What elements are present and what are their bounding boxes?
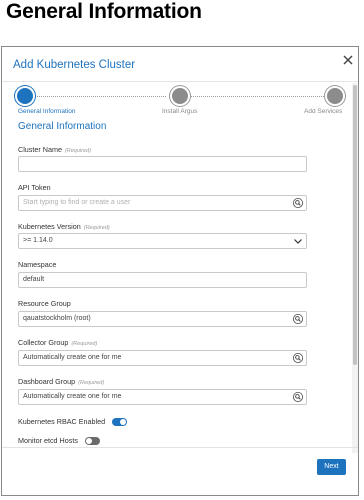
- dashboard-group-label: Dashboard Group (Required): [18, 377, 104, 386]
- api-token-label: API Token: [18, 183, 51, 192]
- wizard-stepper: General Information Install Argus Add Se…: [2, 88, 358, 118]
- collector-group-value: Automatically create one for me: [23, 354, 122, 361]
- search-icon[interactable]: [293, 198, 303, 208]
- modal-title: Add Kubernetes Cluster: [13, 59, 136, 71]
- step-3-label: Add Services: [304, 108, 343, 115]
- step-2-label: Install Argus: [162, 108, 198, 115]
- collector-group-label-text: Collector Group: [18, 338, 69, 347]
- required-tag: (Required): [64, 148, 91, 154]
- namespace-label: Namespace: [18, 260, 57, 269]
- search-icon[interactable]: [293, 314, 303, 324]
- scrollbar-thumb[interactable]: [353, 85, 357, 365]
- step-2-indicator: [172, 88, 188, 104]
- page-heading: General Information: [6, 0, 202, 23]
- dashboard-group-value: Automatically create one for me: [23, 393, 122, 400]
- search-icon[interactable]: [293, 392, 303, 402]
- required-tag: (Required): [83, 225, 110, 231]
- step-connector: [188, 96, 328, 97]
- resource-group-label: Resource Group: [18, 299, 71, 308]
- kubernetes-version-value: >= 1.14.0: [23, 237, 53, 244]
- cluster-name-input[interactable]: [18, 156, 307, 172]
- resource-group-value: qauatstockholm (root): [23, 315, 91, 322]
- etcd-toggle[interactable]: [84, 437, 100, 446]
- search-icon[interactable]: [293, 353, 303, 363]
- step-1-label: General Information: [18, 108, 76, 115]
- collector-group-label: Collector Group (Required): [18, 338, 97, 347]
- add-cluster-modal: Add Kubernetes Cluster General Informati…: [1, 46, 359, 496]
- required-tag: (Required): [71, 341, 98, 347]
- dashboard-group-label-text: Dashboard Group: [18, 377, 76, 386]
- footer-divider: [2, 447, 358, 448]
- etcd-toggle-row: Monitor etcd Hosts: [18, 436, 100, 446]
- section-title: General Information: [18, 121, 107, 132]
- api-token-input[interactable]: Start typing to find or create a user: [18, 195, 307, 211]
- cluster-name-label: Cluster Name (Required): [18, 145, 91, 154]
- namespace-input[interactable]: default: [18, 272, 307, 288]
- kubernetes-version-select[interactable]: >= 1.14.0: [18, 233, 307, 249]
- kubernetes-version-label-text: Kubernetes Version: [18, 222, 81, 231]
- namespace-value: default: [23, 276, 45, 283]
- toggle-knob: [85, 438, 92, 445]
- dashboard-group-input[interactable]: Automatically create one for me: [18, 389, 307, 405]
- api-token-placeholder: Start typing to find or create a user: [23, 199, 131, 206]
- resource-group-input[interactable]: qauatstockholm (root): [18, 311, 307, 327]
- etcd-toggle-label: Monitor etcd Hosts: [18, 436, 78, 445]
- step-3-indicator: [327, 88, 343, 104]
- rbac-toggle-label: Kubernetes RBAC Enabled: [18, 417, 106, 426]
- close-icon[interactable]: [342, 54, 354, 66]
- toggle-knob: [120, 419, 127, 426]
- cluster-name-label-text: Cluster Name: [18, 145, 62, 154]
- rbac-toggle[interactable]: [112, 418, 128, 427]
- next-button[interactable]: Next: [317, 459, 346, 475]
- header-divider: [2, 81, 358, 82]
- rbac-toggle-row: Kubernetes RBAC Enabled: [18, 417, 128, 427]
- required-tag: (Required): [78, 380, 105, 386]
- collector-group-input[interactable]: Automatically create one for me: [18, 350, 307, 366]
- step-connector: [28, 96, 166, 97]
- step-1-indicator: [17, 88, 33, 104]
- kubernetes-version-label: Kubernetes Version (Required): [18, 222, 110, 231]
- chevron-down-icon: [294, 239, 302, 244]
